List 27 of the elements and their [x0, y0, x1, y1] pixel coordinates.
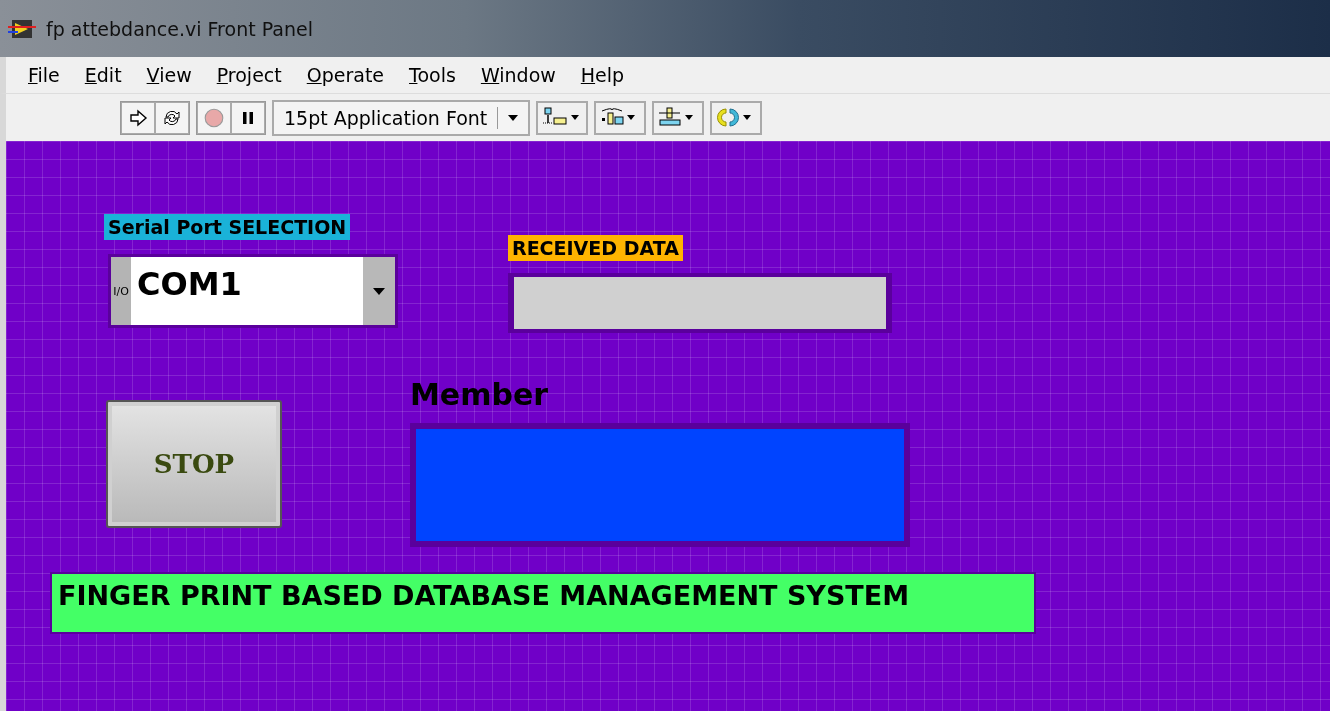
- received-data-label: RECEIVED DATA: [508, 235, 683, 261]
- stop-button[interactable]: STOP: [106, 400, 282, 528]
- menu-item[interactable]: Help: [568, 64, 638, 86]
- menu-item[interactable]: Window: [468, 64, 569, 86]
- menu-item[interactable]: View: [134, 64, 205, 86]
- window-title: fp attebdance.vi Front Panel: [46, 17, 313, 40]
- resize-objects-icon[interactable]: [652, 100, 705, 135]
- menu-item[interactable]: Operate: [294, 64, 398, 86]
- menu-item[interactable]: Edit: [72, 64, 135, 86]
- serial-port-label: Serial Port SELECTION: [104, 214, 351, 240]
- app-icon: [8, 18, 36, 39]
- run-continuously-icon[interactable]: [155, 101, 189, 134]
- distribute-objects-icon[interactable]: [594, 100, 647, 135]
- align-objects-icon[interactable]: [536, 100, 589, 135]
- pause-icon[interactable]: [231, 101, 265, 134]
- run-icon[interactable]: [121, 101, 155, 134]
- serial-port-dropdown[interactable]: I/O COM1: [108, 254, 398, 328]
- caret-icon: [508, 114, 519, 121]
- member-label: Member: [410, 377, 549, 412]
- font-dropdown[interactable]: 15pt Application Font: [272, 99, 531, 136]
- reorder-icon[interactable]: [710, 100, 763, 135]
- menu-item[interactable]: File: [16, 64, 73, 86]
- io-label: I/O: [111, 257, 131, 325]
- menu-item[interactable]: Tools: [397, 64, 469, 86]
- serial-port-value: COM1: [131, 257, 363, 325]
- title-banner: FINGER PRINT BASED DATABASE MANAGEMENT SYSTEM: [50, 572, 1036, 634]
- menu-item[interactable]: Project: [204, 64, 295, 86]
